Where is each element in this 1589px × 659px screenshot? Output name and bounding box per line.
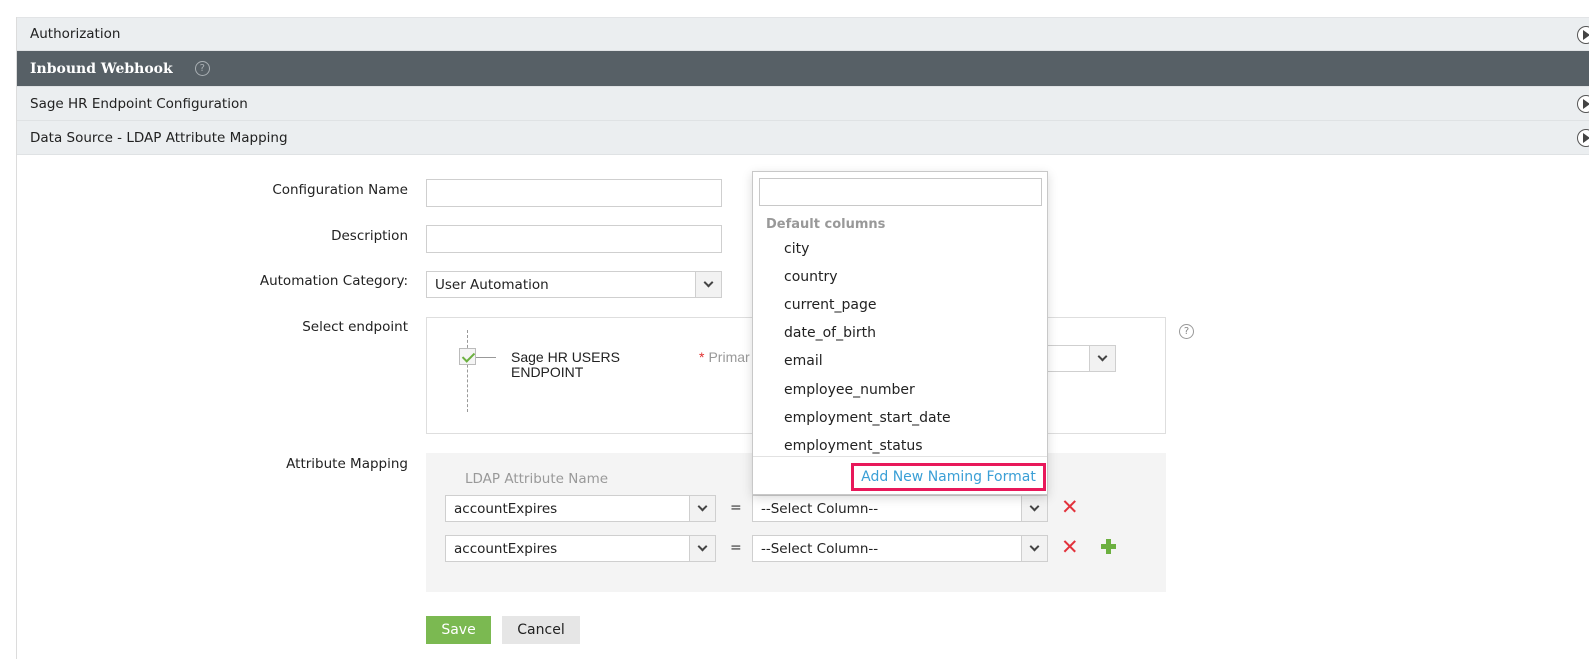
primary-label-text: Primar	[708, 349, 750, 365]
column-select[interactable]: --Select Column--	[752, 495, 1048, 522]
automation-category-select[interactable]: User Automation	[426, 271, 722, 298]
remove-mapping-icon[interactable]: ✕	[1061, 497, 1079, 518]
dropdown-item[interactable]: employment_status	[784, 438, 923, 454]
select-endpoint-label: Select endpoint	[302, 319, 408, 335]
endpoint-name-line1: Sage HR USERS	[511, 349, 620, 365]
column-dropdown-menu: Default columns city country current_pag…	[752, 171, 1048, 495]
dropdown-item[interactable]: city	[784, 241, 809, 257]
primary-field-label: * Primar	[699, 349, 750, 365]
description-input[interactable]	[426, 225, 722, 253]
tree-connector	[476, 357, 496, 358]
chevron-down-icon[interactable]	[1021, 536, 1047, 561]
expand-icon[interactable]	[1577, 26, 1589, 44]
section-endpoint-configuration[interactable]: Sage HR Endpoint Configuration	[17, 87, 1589, 121]
section-authorization[interactable]: Authorization	[17, 17, 1589, 51]
dropdown-search-input[interactable]	[759, 178, 1042, 206]
automation-category-label: Automation Category:	[259, 273, 408, 289]
dropdown-item[interactable]: country	[784, 269, 838, 285]
chevron-down-icon[interactable]	[1021, 496, 1047, 521]
equals-sign: =	[730, 540, 742, 556]
help-icon[interactable]: ?	[1179, 324, 1194, 339]
chevron-down-icon[interactable]	[689, 536, 715, 561]
save-button[interactable]: Save	[426, 616, 491, 644]
endpoint-name: Sage HR USERS ENDPOINT	[511, 350, 620, 380]
ldap-attribute-select[interactable]: accountExpires	[445, 495, 716, 522]
section-data-source-mapping[interactable]: Data Source - LDAP Attribute Mapping	[17, 121, 1589, 155]
column-value: --Select Column--	[761, 500, 879, 517]
chevron-down-icon[interactable]	[1089, 346, 1115, 371]
expand-icon[interactable]	[1577, 95, 1589, 113]
dropdown-item[interactable]: email	[784, 353, 823, 369]
dropdown-item[interactable]: current_page	[784, 297, 876, 313]
tree-line	[467, 330, 468, 412]
config-name-input[interactable]	[426, 179, 722, 207]
dropdown-group-label: Default columns	[766, 217, 886, 232]
endpoint-name-line2: ENDPOINT	[511, 364, 584, 380]
section-authorization-label: Authorization	[30, 26, 121, 42]
chevron-down-icon[interactable]	[695, 272, 721, 297]
ldap-attribute-value: accountExpires	[454, 540, 558, 557]
automation-category-value: User Automation	[435, 276, 549, 293]
help-icon[interactable]: ?	[194, 61, 210, 76]
required-mark: *	[699, 349, 705, 365]
endpoint-checkbox[interactable]	[459, 348, 476, 365]
remove-mapping-icon[interactable]: ✕	[1061, 537, 1079, 558]
add-new-naming-format-link[interactable]: Add New Naming Format	[851, 463, 1046, 491]
dropdown-item[interactable]: employee_number	[784, 382, 915, 398]
column-value: --Select Column--	[761, 540, 879, 557]
section-inbound-webhook[interactable]: Inbound Webhook ?	[17, 51, 1589, 87]
config-name-label: Configuration Name	[272, 182, 408, 198]
expand-icon[interactable]	[1577, 129, 1589, 147]
section-endpoint-configuration-label: Sage HR Endpoint Configuration	[30, 95, 248, 112]
attribute-mapping-label: Attribute Mapping	[286, 456, 408, 472]
ldap-attribute-value: accountExpires	[454, 500, 558, 517]
ldap-attribute-select[interactable]: accountExpires	[445, 535, 716, 562]
dropdown-item[interactable]: employment_start_date	[784, 410, 951, 426]
section-inbound-webhook-label: Inbound Webhook	[30, 60, 173, 77]
dropdown-item[interactable]: date_of_birth	[784, 325, 876, 341]
dropdown-divider	[753, 456, 1047, 457]
ldap-attribute-header: LDAP Attribute Name	[465, 471, 609, 487]
add-mapping-icon[interactable]	[1101, 539, 1116, 554]
cancel-button[interactable]: Cancel	[502, 616, 580, 644]
section-data-source-mapping-label: Data Source - LDAP Attribute Mapping	[30, 129, 288, 146]
column-select[interactable]: --Select Column--	[752, 535, 1048, 562]
chevron-down-icon[interactable]	[689, 496, 715, 521]
description-label: Description	[331, 228, 408, 244]
equals-sign: =	[730, 500, 742, 516]
